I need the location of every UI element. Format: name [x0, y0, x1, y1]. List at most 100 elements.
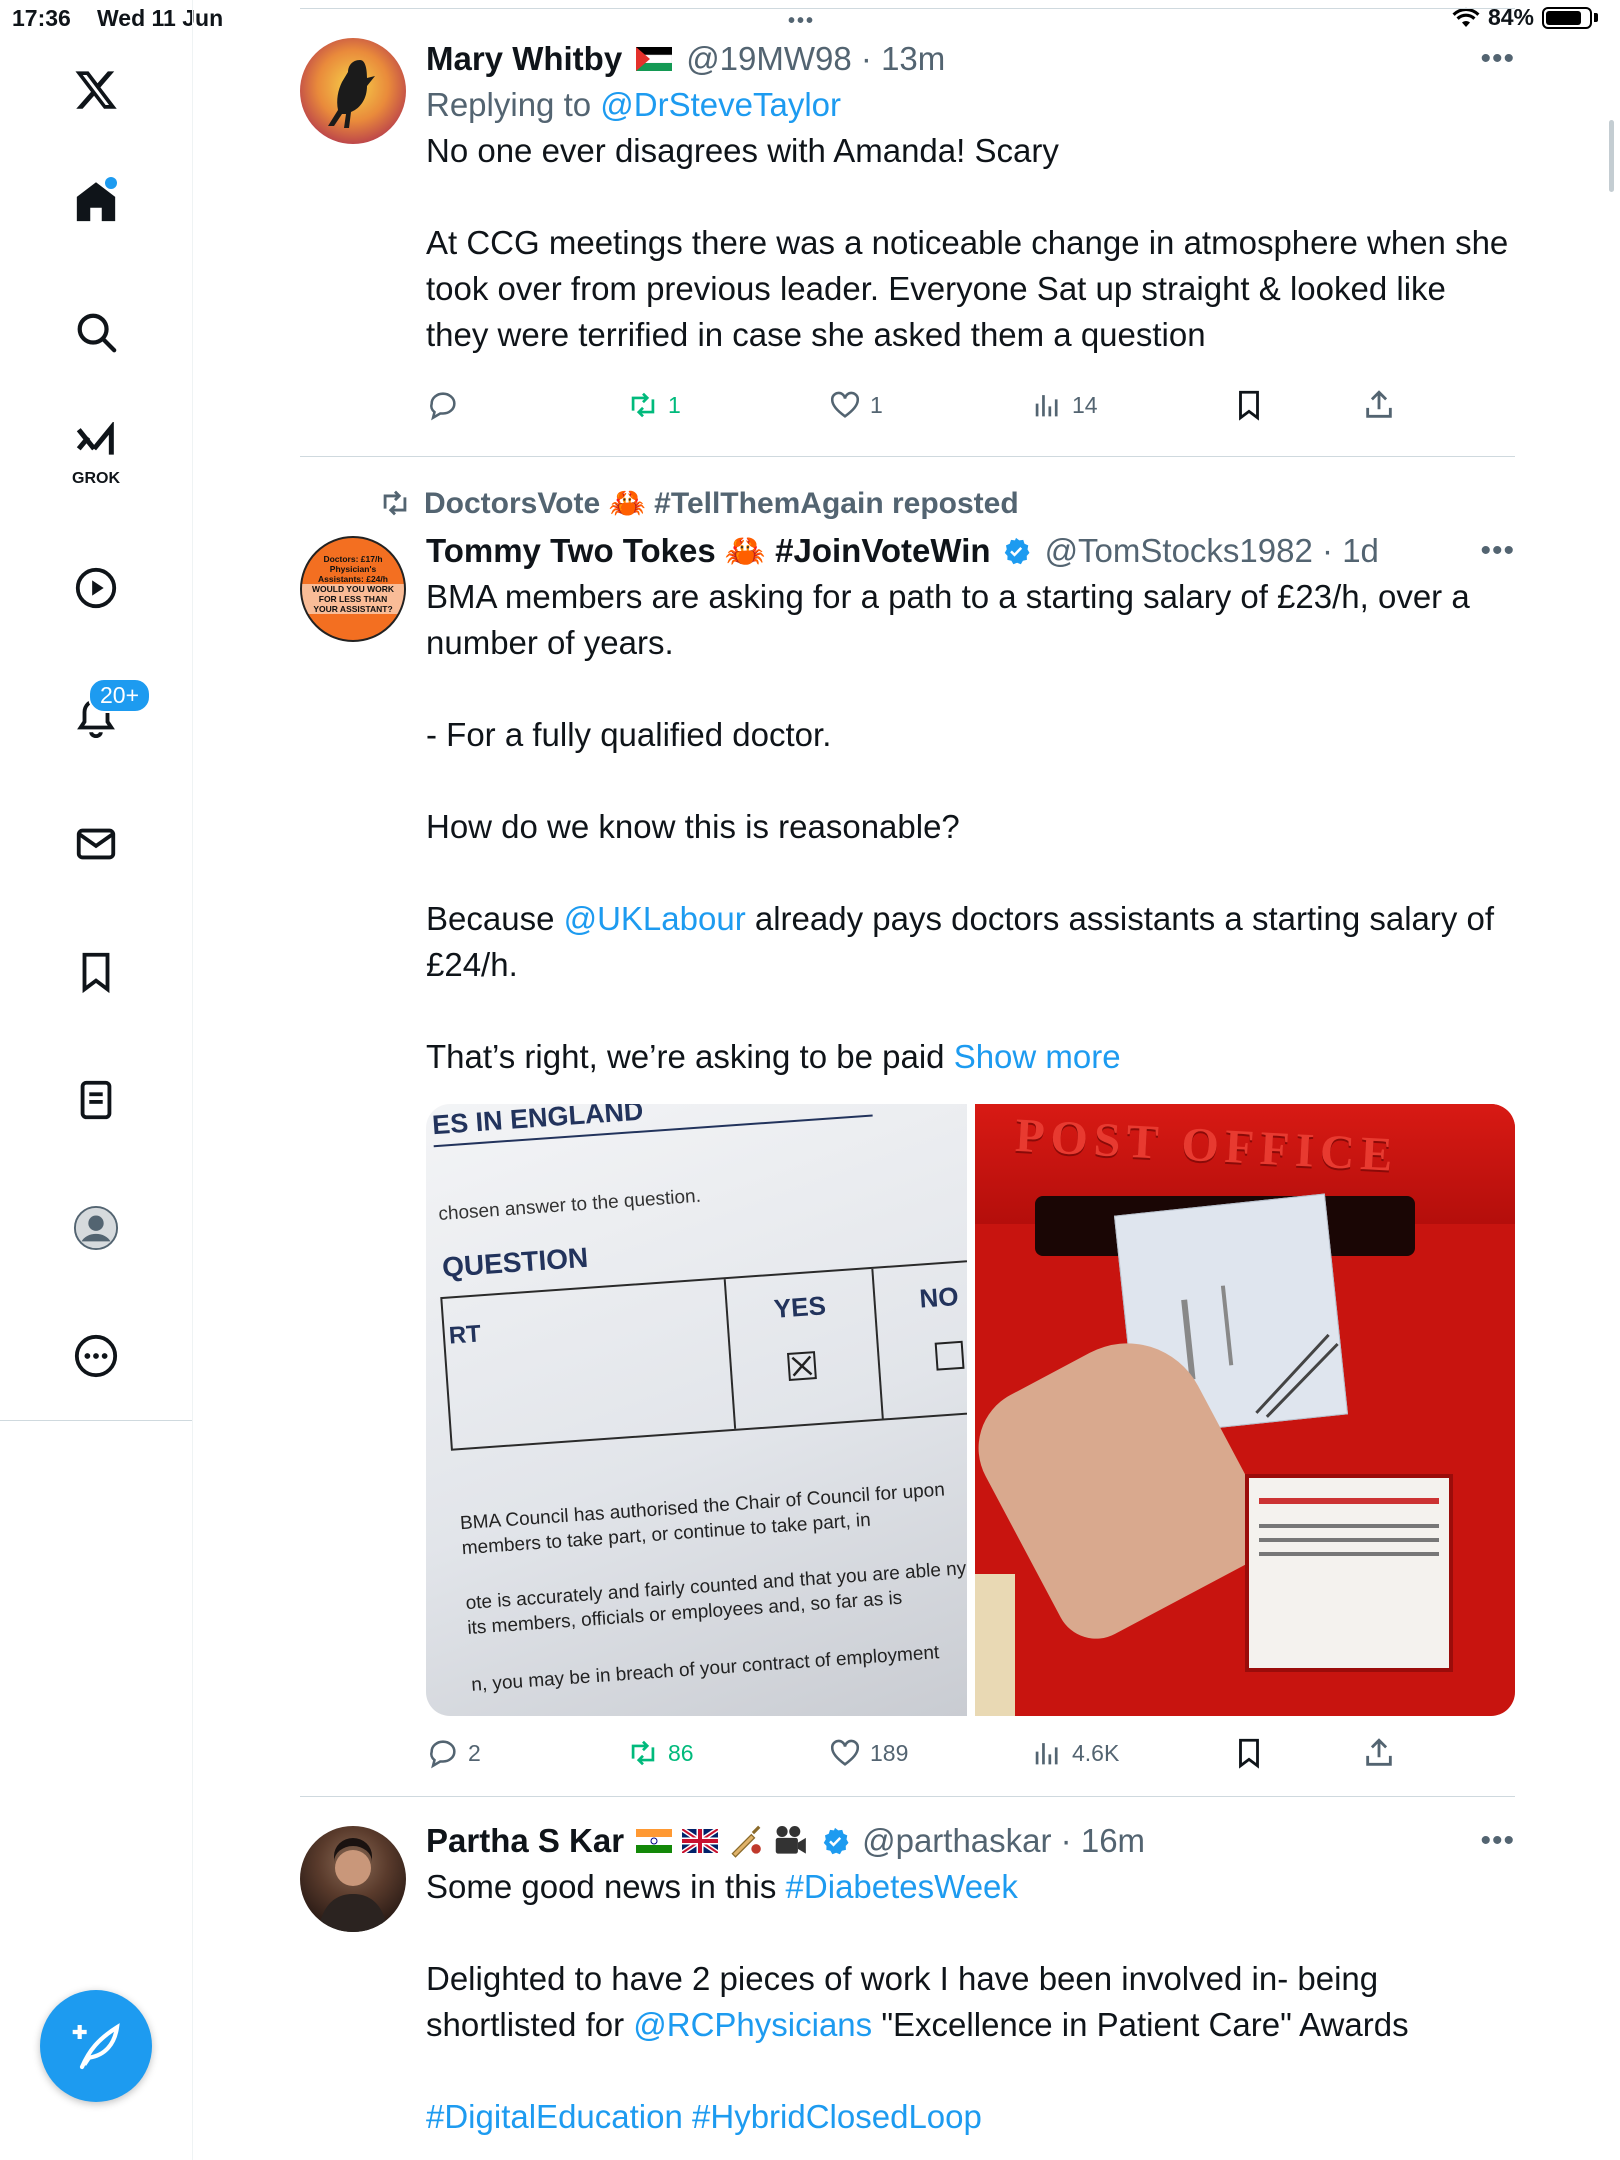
reply-button[interactable]: 2 — [426, 1736, 481, 1770]
tweet-time[interactable]: 13m — [881, 40, 945, 78]
retweet-icon — [383, 490, 407, 516]
avatar[interactable] — [300, 1826, 406, 1932]
nav-grok[interactable]: GROK — [60, 418, 132, 490]
tweet-time[interactable]: 16m — [1081, 1822, 1145, 1860]
tweet-mary-whitby[interactable]: Mary Whitby @19MW98 · 13m ••• Replying t… — [300, 36, 1515, 456]
show-more-link[interactable]: Show more — [954, 1038, 1121, 1075]
no-checkbox — [934, 1340, 965, 1371]
person-silhouette-icon — [318, 1838, 388, 1932]
tweet-more-button[interactable]: ••• — [1480, 1824, 1515, 1858]
nav-bookmarks[interactable] — [60, 936, 132, 1008]
retweet-button[interactable]: 1 — [626, 388, 681, 422]
tweet-more-button[interactable]: ••• — [1480, 42, 1515, 76]
mention-rcphysicians[interactable]: @RCPhysicians — [633, 2006, 872, 2043]
share-button[interactable] — [1362, 1736, 1396, 1770]
tweet-time[interactable]: 1d — [1342, 532, 1379, 570]
hashtag-hybridclosedloop[interactable]: #HybridClosedLoop — [692, 2098, 982, 2135]
compose-button[interactable] — [40, 1990, 152, 2102]
compose-feather-icon — [72, 2023, 120, 2070]
ballot-row-label: RT — [448, 1320, 482, 1350]
x-logo-icon[interactable] — [60, 54, 132, 126]
multitask-dots[interactable]: ••• — [788, 10, 815, 33]
ballot-paragraph-2: ote is accurately and fairly counted and… — [464, 1556, 967, 1639]
repost-label[interactable]: DoctorsVote 🦀 #TellThemAgain reposted — [424, 486, 1019, 521]
nav-home[interactable] — [60, 166, 132, 238]
ballot-header: ES IN ENGLAND — [431, 1104, 873, 1148]
avatar[interactable] — [300, 38, 406, 144]
views-count: 14 — [1072, 391, 1098, 418]
nav-messages[interactable] — [60, 808, 132, 880]
hashtag-diabetesweek[interactable]: #DiabetesWeek — [786, 1868, 1018, 1905]
profile-icon — [73, 1205, 119, 1251]
mail-icon — [76, 828, 116, 860]
author-handle[interactable]: @19MW98 — [686, 40, 852, 78]
reply-button[interactable] — [426, 388, 468, 422]
cricket-icon — [731, 1825, 761, 1858]
like-count: 189 — [870, 1739, 909, 1766]
reply-count: 2 — [468, 1739, 481, 1766]
views-button[interactable]: 4.6K — [1030, 1736, 1119, 1770]
bookmark-icon — [82, 952, 110, 994]
nav-notifications[interactable]: 20+ — [60, 678, 152, 752]
ballot-paper-photo[interactable]: ES IN ENGLAND chosen answer to the quest… — [426, 1104, 967, 1716]
tweet-media[interactable]: ES IN ENGLAND chosen answer to the quest… — [426, 1104, 1515, 1716]
tweet-partha-s-kar[interactable]: Partha S Kar @parthaskar · 16m ••• Some … — [300, 1818, 1515, 2160]
share-icon — [1366, 1738, 1392, 1766]
scrollbar[interactable] — [1609, 120, 1614, 192]
tweet-text: No one ever disagrees with Amanda! Scary… — [426, 132, 1509, 353]
author-name[interactable]: Mary Whitby — [426, 40, 622, 78]
hashtag-digitaleducation[interactable]: #DigitalEducation — [426, 2098, 683, 2135]
collection-plate — [1245, 1474, 1453, 1672]
ballot-no-label: NO — [918, 1280, 960, 1314]
like-button[interactable]: 1 — [828, 388, 883, 422]
wifi-icon — [1452, 7, 1480, 27]
ballot-yes-label: YES — [772, 1290, 827, 1324]
author-handle[interactable]: @TomStocks1982 — [1045, 532, 1313, 570]
feed-top-divider — [300, 8, 1515, 9]
like-button[interactable]: 189 — [828, 1736, 908, 1770]
mention-uklabour[interactable]: @UKLabour — [564, 900, 746, 937]
author-handle[interactable]: @parthaskar — [862, 1822, 1051, 1860]
views-button[interactable]: 14 — [1030, 388, 1098, 422]
palestine-flag-icon — [636, 47, 673, 71]
grok-label: GROK — [72, 470, 120, 487]
views-icon — [1035, 1743, 1058, 1765]
reply-icon — [430, 392, 456, 421]
reply-icon — [430, 1740, 456, 1769]
tweet-divider — [300, 456, 1515, 457]
bookmark-button[interactable] — [1232, 1736, 1266, 1770]
ballot-instruction: chosen answer to the question. — [437, 1185, 702, 1226]
retweet-icon — [631, 1740, 655, 1766]
bookmark-icon — [1239, 390, 1259, 421]
replying-to: Replying to @DrSteveTaylor — [426, 82, 1515, 128]
avatar[interactable]: Doctors: £17/h Physician's Assistants: £24… — [300, 536, 406, 642]
postbox-photo[interactable]: POST OFFICE — [975, 1104, 1515, 1716]
share-button[interactable] — [1362, 388, 1396, 422]
retweet-count: 86 — [668, 1739, 694, 1766]
author-line: Tommy Two Tokes 🦀 #JoinVoteWin @TomStock… — [426, 528, 1515, 574]
avatar-text-line: Assistants: £24/h — [318, 574, 388, 584]
bookmark-button[interactable] — [1232, 388, 1266, 422]
tweet-more-button[interactable]: ••• — [1480, 534, 1515, 568]
retweet-button[interactable]: 86 — [626, 1736, 694, 1770]
tweet-text-part: BMA members are asking for a path to a s… — [426, 578, 1470, 937]
ballot-paragraph-3: n, you may be in breach of your contract… — [470, 1642, 940, 1696]
nav-video[interactable] — [60, 552, 132, 624]
reply-to-mention[interactable]: @DrSteveTaylor — [600, 86, 841, 123]
author-name[interactable]: Partha S Kar — [426, 1822, 624, 1860]
separator-dot: · — [851, 40, 882, 77]
heart-icon — [830, 391, 860, 418]
ballot-question: QUESTION — [441, 1241, 590, 1283]
nav-profile[interactable] — [60, 1192, 132, 1264]
nav-more[interactable] — [60, 1320, 132, 1392]
ballot-table: RT YES NO — [440, 1257, 967, 1451]
nav-search[interactable] — [60, 296, 132, 368]
sidebar: GROK 20+ — [0, 0, 193, 2160]
uk-flag-icon — [682, 1829, 719, 1853]
tweet-tommy-two-tokes[interactable]: DoctorsVote 🦀 #TellThemAgain reposted Do… — [300, 482, 1515, 1796]
separator-dot: · — [1312, 532, 1343, 569]
tweet-text: BMA members are asking for a path to a s… — [426, 574, 1515, 1080]
author-name[interactable]: Tommy Two Tokes 🦀 #JoinVoteWin — [426, 532, 991, 571]
nav-lists[interactable] — [60, 1064, 132, 1136]
verified-badge-icon — [823, 1827, 849, 1855]
